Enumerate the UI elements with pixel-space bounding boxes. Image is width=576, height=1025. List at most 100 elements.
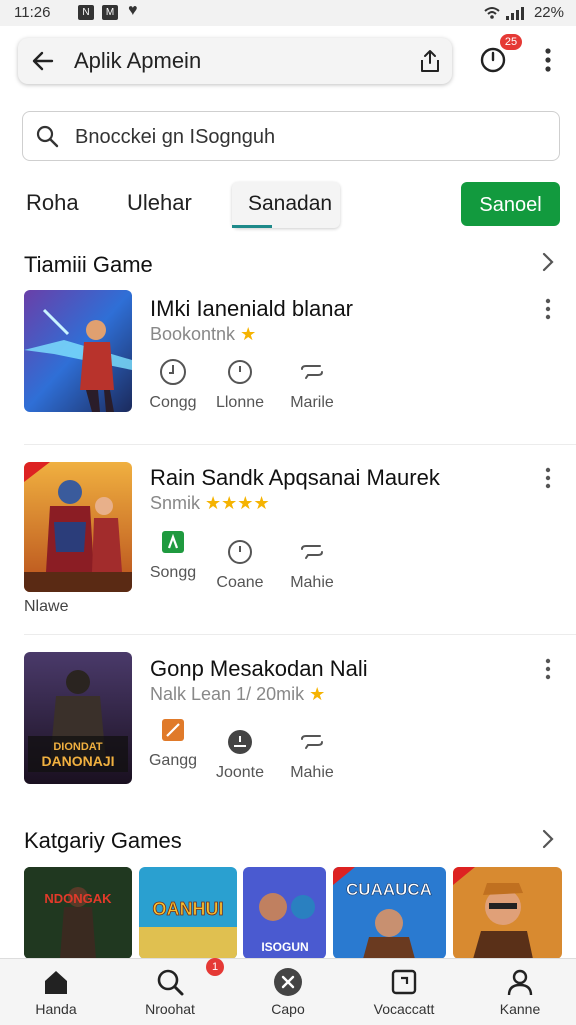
action-label: Joonte (215, 764, 265, 781)
notification-icon: M (102, 5, 118, 20)
tab-sanadan[interactable]: Sanadan (232, 182, 340, 228)
nav-label: Vocaccatt (373, 1001, 435, 1017)
nav-label: Kanne (499, 1001, 541, 1017)
divider (24, 634, 576, 635)
tag-icon (301, 365, 323, 379)
library-icon (391, 969, 417, 995)
game-title[interactable]: Gonp Mesakodan Nali (150, 656, 368, 682)
category-thumbnail[interactable]: NDONGAK (24, 867, 132, 959)
game-subtitle: Bookontnk ★ (150, 324, 256, 345)
game-thumbnail[interactable] (24, 462, 132, 592)
section-title-featured: Tiamiii Game (24, 252, 153, 277)
action-mahie[interactable]: Mahie (282, 728, 342, 782)
nav-item-profile[interactable]: Kanne (472, 967, 568, 1017)
action-label: Llonne (215, 394, 265, 411)
primary-button[interactable]: Sanoel (461, 182, 560, 226)
timer-filled-icon (228, 730, 252, 754)
nav-item-search[interactable]: Nroohat (122, 967, 218, 1017)
action-marile[interactable]: Marile (282, 358, 342, 412)
search-icon (157, 969, 184, 996)
nav-item-home[interactable]: Handa (8, 967, 104, 1017)
timer-icon (228, 360, 252, 384)
game-thumbnail[interactable]: DIONDAT DANONAJI (24, 652, 132, 784)
action-label: Coane (216, 574, 264, 591)
action-llonne[interactable]: Llonne (210, 358, 270, 412)
rating-stars: ★ (240, 324, 257, 344)
back-arrow-icon[interactable] (30, 48, 56, 74)
action-coane[interactable]: Coane (210, 538, 270, 592)
category-thumbnail[interactable]: ISOGUN (243, 867, 326, 959)
category-thumbnail-text: CUAAUCA (346, 880, 432, 899)
game-caption: Nlawe (24, 598, 69, 615)
category-thumbnail-text: ISOGUN (261, 940, 308, 954)
home-icon (45, 971, 67, 994)
notification-badge: 25 (500, 34, 522, 50)
section-title-categories: Katgariy Games (24, 828, 182, 853)
tab-roha[interactable]: Roha (26, 190, 79, 216)
bottom-navigation: Handa Nroohat Capo Vocaccatt Kanne (0, 958, 576, 1025)
category-thumbnail[interactable]: CUAAUCA (333, 867, 446, 959)
nav-label: Handa (35, 1001, 77, 1017)
status-bar: 11:26 N M ♥ 22% (0, 0, 576, 26)
more-vert-icon[interactable] (540, 656, 556, 682)
nav-label: Nroohat (145, 1001, 195, 1017)
person-icon (507, 969, 533, 996)
more-vert-icon[interactable] (540, 296, 556, 322)
game-thumbnail[interactable] (24, 290, 132, 412)
tab-underline (232, 225, 272, 228)
search-bar (22, 111, 560, 161)
action-mahie[interactable]: Mahie (282, 538, 342, 592)
battery-percent: 22% (533, 4, 564, 21)
chevron-right-icon[interactable] (540, 828, 556, 850)
close-circle-icon (274, 968, 302, 996)
action-label: Mahie (290, 764, 334, 781)
tab-label: Sanadan (248, 192, 333, 215)
share-icon[interactable] (418, 48, 442, 74)
chevron-right-icon[interactable] (540, 251, 556, 273)
category-thumbnail[interactable]: OANHUI (139, 867, 237, 959)
action-label: Gangg (148, 752, 198, 769)
nav-item-close[interactable]: Capo (240, 967, 336, 1017)
clock-icon (160, 359, 186, 385)
action-label: Marile (290, 394, 334, 411)
rating-stars: ★★★★ (205, 493, 270, 513)
app-icon (162, 719, 184, 741)
game-subtitle: Snmik ★★★★ (150, 493, 270, 514)
action-label: Congg (149, 394, 197, 411)
signal-icon (505, 6, 524, 20)
timer-icon (228, 540, 252, 564)
notification-icon: N (78, 5, 94, 20)
thumbnail-text-line1: DIONDAT (53, 741, 103, 753)
category-thumbnail-text: NDONGAK (44, 891, 112, 906)
game-subtitle: Nalk Lean 1/ 20mik ★ (150, 684, 325, 705)
page-title: Aplik Apmein (74, 48, 202, 73)
more-vert-icon[interactable] (540, 465, 556, 491)
nav-label: Capo (271, 1001, 305, 1017)
game-subtitle-text: Bookontnk (150, 324, 236, 344)
top-app-bar: Aplik Apmein (18, 38, 452, 84)
heart-icon: ♥ (128, 2, 138, 19)
game-title[interactable]: IMki Ianeniald blanar (150, 296, 353, 322)
action-gangg[interactable]: Gangg (143, 716, 203, 770)
search-icon (36, 125, 59, 148)
search-input[interactable] (73, 122, 547, 152)
tab-ulehar[interactable]: Ulehar (127, 190, 192, 216)
tag-icon (301, 545, 323, 559)
app-icon (162, 531, 184, 553)
category-thumbnail[interactable] (453, 867, 562, 959)
action-songg[interactable]: Songg (143, 528, 203, 582)
tag-icon (301, 735, 323, 749)
category-thumbnail-text: OANHUI (153, 899, 224, 919)
action-joonte[interactable]: Joonte (210, 728, 270, 782)
action-congg[interactable]: Congg (143, 358, 203, 412)
more-vert-icon[interactable] (538, 46, 558, 74)
status-time: 11:26 (14, 4, 51, 21)
rating-stars: ★ (309, 684, 326, 704)
nav-item-library[interactable]: Vocaccatt (356, 967, 452, 1017)
nav-badge: 1 (206, 958, 224, 976)
wifi-icon (484, 6, 500, 19)
divider (24, 444, 576, 445)
action-label: Songg (149, 564, 197, 581)
action-label: Mahie (290, 574, 334, 591)
game-title[interactable]: Rain Sandk Apqsanai Maurek (150, 465, 440, 491)
